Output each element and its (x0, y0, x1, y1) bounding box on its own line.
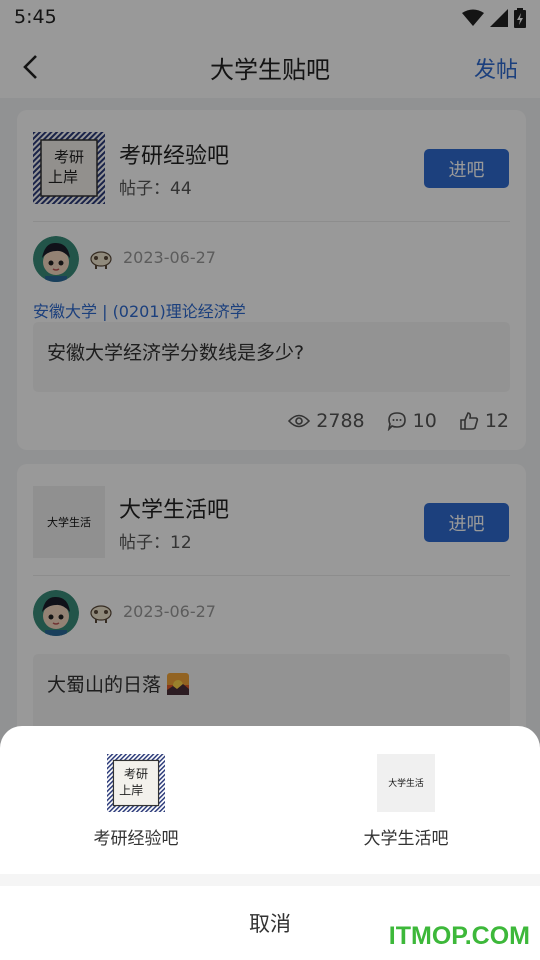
option-thumbnail: 考研 上岸 (107, 754, 165, 812)
option-label: 考研经验吧 (93, 829, 179, 849)
option-label: 大学生活吧 (363, 829, 449, 849)
sheet-option[interactable]: 大学生活 大学生活吧 (316, 754, 496, 849)
watermark-logo: ITMOP.COM (388, 922, 530, 950)
option-thumbnail: 大学生活 (377, 754, 435, 812)
page: 5:45 大学生贴吧 发帖 考研 上岸 考研经验吧 帖子：44 进吧 2023-… (0, 0, 540, 960)
thumb-text-line2: 上岸 (119, 783, 143, 797)
sheet-divider (0, 874, 540, 886)
sheet-option[interactable]: 考研 上岸 考研经验吧 (46, 754, 226, 849)
thumb-text: 大学生活 (388, 777, 424, 789)
thumb-text-line1: 考研 (124, 767, 148, 781)
